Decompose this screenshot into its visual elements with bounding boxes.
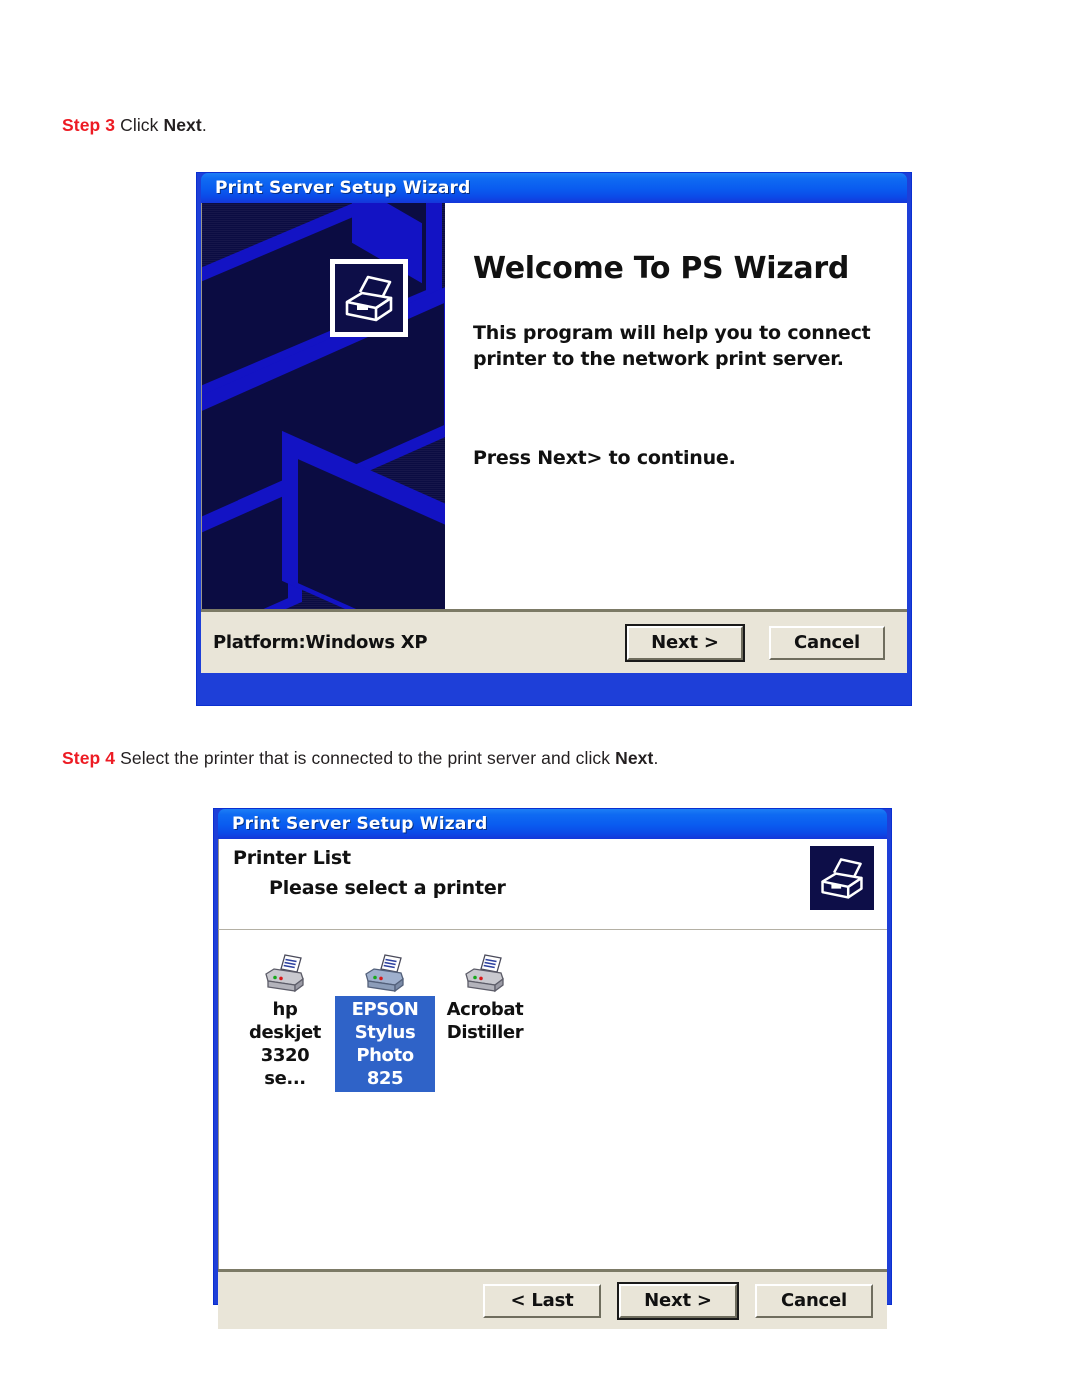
printer-item-label: hp deskjet 3320 se... bbox=[249, 999, 321, 1090]
printer-icon bbox=[461, 944, 509, 994]
printer-icon bbox=[821, 858, 863, 899]
welcome-press-next-text: Press Next> to continue. bbox=[473, 447, 736, 470]
dialog-content-panel: Welcome To PS Wizard This program will h… bbox=[445, 203, 907, 609]
step4-text-after: . bbox=[653, 748, 659, 768]
printer-list-area[interactable]: hp deskjet 3320 se... EPSON Stylus Photo… bbox=[218, 929, 887, 1269]
dialog2-titlebar[interactable]: Print Server Setup Wizard bbox=[218, 809, 887, 839]
next-button[interactable]: Next > bbox=[625, 623, 745, 662]
printer-list-item[interactable]: Acrobat Distiller bbox=[435, 944, 535, 1046]
printer-list-item[interactable]: hp deskjet 3320 se... bbox=[235, 944, 335, 1092]
step3-bold-word: Next bbox=[163, 115, 202, 135]
step4-text-before: Select the printer that is connected to … bbox=[115, 748, 616, 768]
printer-list-subheading: Please select a printer bbox=[269, 877, 506, 899]
printer-item-label: Acrobat Distiller bbox=[446, 999, 524, 1044]
cancel-button[interactable]: Cancel bbox=[769, 625, 885, 660]
step3-text-before: Click bbox=[115, 115, 164, 135]
printer-icon-badge bbox=[330, 259, 408, 337]
dialog2-title: Print Server Setup Wizard bbox=[232, 814, 488, 834]
printer-item-label: EPSON Stylus Photo 825 bbox=[335, 996, 435, 1093]
dialog-body: Welcome To PS Wizard This program will h… bbox=[201, 203, 907, 609]
printer-list-item[interactable]: EPSON Stylus Photo 825 bbox=[335, 944, 435, 1093]
printer-icon bbox=[345, 275, 393, 322]
print-server-setup-wizard-welcome-dialog: Print Server Setup Wizard Welcome To PS … bbox=[196, 172, 912, 706]
wizard-artwork-panel bbox=[202, 203, 445, 609]
welcome-heading: Welcome To PS Wizard bbox=[473, 251, 850, 286]
welcome-paragraph: This program will help you to connect pr… bbox=[473, 322, 871, 371]
dialog-button-bar: Platform:Windows XP Next > Cancel bbox=[201, 609, 907, 673]
cancel-button[interactable]: Cancel bbox=[755, 1283, 873, 1318]
platform-label: Platform:Windows XP bbox=[213, 632, 428, 653]
print-server-setup-wizard-printer-list-dialog: Print Server Setup Wizard Printer List P… bbox=[213, 808, 892, 1329]
printer-icon bbox=[361, 944, 409, 994]
printer-icon bbox=[261, 944, 309, 994]
step4-label: Step 4 bbox=[62, 748, 116, 768]
next-button[interactable]: Next > bbox=[617, 1281, 739, 1320]
dialog2-button-bar: < Last Next > Cancel bbox=[218, 1269, 887, 1329]
dialog-title: Print Server Setup Wizard bbox=[215, 178, 471, 198]
printer-list-heading: Printer List bbox=[233, 847, 351, 869]
last-button[interactable]: < Last bbox=[483, 1283, 601, 1318]
step3-label: Step 3 bbox=[62, 115, 116, 135]
dialog-titlebar[interactable]: Print Server Setup Wizard bbox=[201, 173, 907, 203]
step3-text-after: . bbox=[201, 115, 207, 135]
printer-icon-badge bbox=[806, 842, 878, 914]
step4-bold-word: Next bbox=[615, 748, 654, 768]
printer-list-header: Printer List Please select a printer bbox=[218, 839, 887, 929]
step4-caption: Step 4 Select the printer that is connec… bbox=[62, 748, 658, 769]
step3-caption: Step 3 Click Next. bbox=[62, 115, 207, 136]
